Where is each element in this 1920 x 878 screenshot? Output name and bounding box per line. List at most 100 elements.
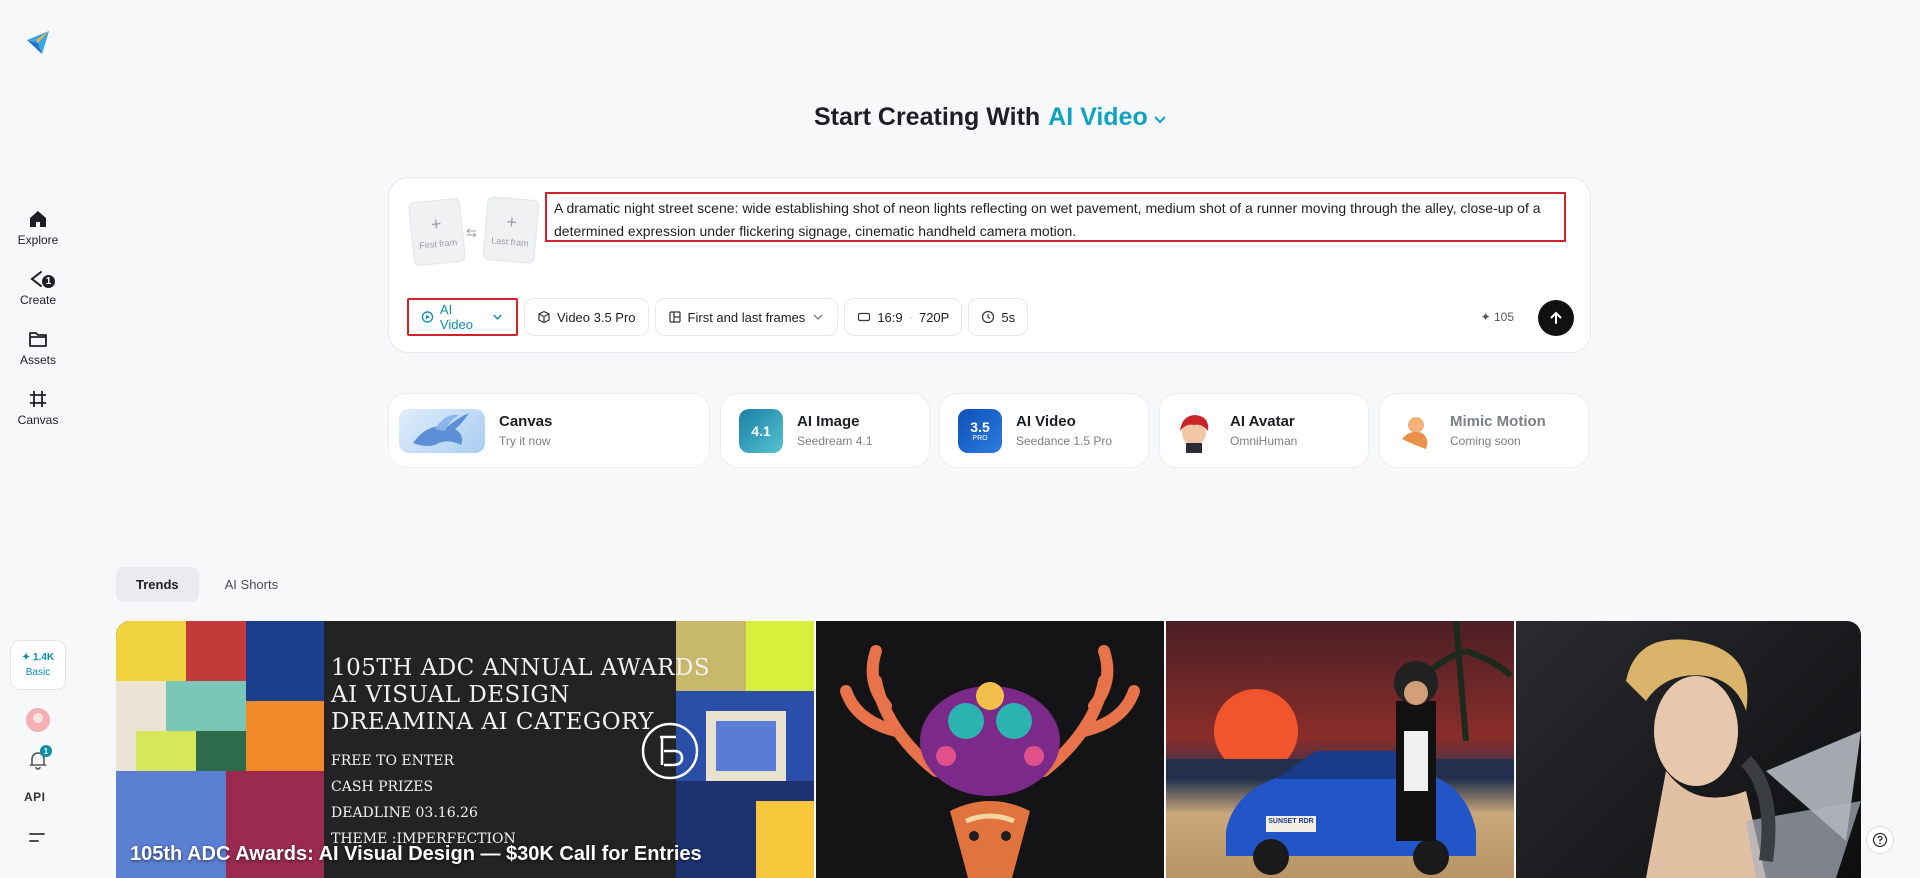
- featured-caption: 105th ADC Awards: AI Visual Design — $30…: [130, 843, 702, 865]
- create-badge: 1: [41, 274, 56, 289]
- card-subtitle: Seedream 4.1: [797, 434, 873, 448]
- home-icon: [30, 211, 46, 227]
- clock-icon: [982, 310, 995, 324]
- generate-button[interactable]: [1538, 300, 1574, 336]
- cube-icon: [538, 310, 550, 324]
- poster-detail: CASH PRIZES: [331, 779, 434, 795]
- feed-tabs: Trends AI Shorts: [116, 567, 298, 602]
- card-subtitle: Seedance 1.5 Pro: [1016, 434, 1113, 448]
- sidebar-item-create[interactable]: 1 Create: [8, 268, 68, 320]
- mimic-motion-thumbnail: [1392, 408, 1436, 453]
- help-button[interactable]: [1866, 826, 1894, 854]
- menu-icon[interactable]: [28, 831, 46, 845]
- poster-detail: DEADLINE 03.16.26: [331, 805, 478, 821]
- thumb-tag: PRO: [972, 435, 988, 442]
- avatar[interactable]: [26, 708, 50, 732]
- sidebar-item-explore[interactable]: Explore: [8, 208, 68, 260]
- tab-ai-shorts[interactable]: AI Shorts: [205, 567, 298, 602]
- chevron-down-icon[interactable]: [1152, 112, 1168, 128]
- dancer-icon: [1402, 416, 1428, 449]
- gallery-tile-featured[interactable]: 105TH ADC ANNUAL AWARDS AI VISUAL DESIGN…: [116, 621, 814, 878]
- card-ai-video[interactable]: 3.5 PRO AI Video Seedance 1.5 Pro: [939, 393, 1149, 468]
- adc-logo-icon: [641, 722, 699, 780]
- model-select[interactable]: Video 3.5 Pro: [524, 298, 649, 336]
- last-frame-label: Last fram: [490, 235, 530, 249]
- gallery-tile-portrait[interactable]: [1516, 621, 1861, 878]
- prompt-panel: + First fram ⇆ + Last fram A dramatic ni…: [388, 177, 1591, 353]
- card-ai-image[interactable]: 4.1 AI Image Seedream 4.1: [720, 393, 930, 468]
- card-ai-avatar[interactable]: AI Avatar OmniHuman: [1159, 393, 1369, 468]
- tab-trends[interactable]: Trends: [116, 567, 199, 602]
- card-mimic-motion[interactable]: Mimic Motion Coming soon: [1379, 393, 1589, 468]
- prompt-input[interactable]: A dramatic night street scene: wide esta…: [545, 192, 1566, 242]
- sidebar-item-label: Canvas: [17, 413, 59, 427]
- credits-card[interactable]: ✦ 1.4K Basic: [10, 640, 66, 690]
- question-icon: [1872, 832, 1888, 848]
- prompt-toolbar: AI Video Video 3.5 Pro First and last fr…: [407, 298, 1029, 336]
- aspect-ratio-icon: [858, 312, 871, 322]
- card-title: AI Video: [1016, 413, 1076, 430]
- title-prefix: Start Creating With: [814, 103, 1041, 131]
- card-subtitle: Coming soon: [1450, 434, 1521, 448]
- canvas-icon: [30, 391, 46, 407]
- resolution-select[interactable]: 16:9 · 720P: [844, 298, 963, 336]
- sidebar-item-label: Create: [19, 293, 57, 307]
- credits-value: ✦ 1.4K: [21, 652, 55, 663]
- folder-icon: [29, 332, 47, 347]
- notification-badge: 1: [40, 745, 52, 757]
- sidebar-item-label: Assets: [19, 353, 56, 367]
- portrait-artwork: [1626, 639, 1861, 878]
- poster-line: AI VISUAL DESIGN: [331, 682, 570, 708]
- sidebar-item-canvas[interactable]: Canvas: [8, 388, 68, 440]
- gallery-tile-car[interactable]: SUNSET RDR: [1166, 621, 1514, 878]
- arrow-up-icon: [1550, 311, 1562, 324]
- plus-icon: +: [429, 213, 443, 235]
- sidebar-item-assets[interactable]: Assets: [8, 328, 68, 380]
- card-title: Mimic Motion: [1450, 413, 1546, 430]
- card-title: AI Avatar: [1230, 413, 1295, 430]
- seedream-thumbnail: 4.1: [739, 408, 783, 453]
- trends-gallery: 105TH ADC ANNUAL AWARDS AI VISUAL DESIGN…: [116, 621, 1861, 878]
- swap-icon[interactable]: ⇆: [466, 225, 480, 240]
- model-label: Video 3.5 Pro: [557, 309, 636, 325]
- last-frame-upload[interactable]: + Last fram: [482, 195, 540, 265]
- notifications-button[interactable]: 1: [26, 745, 52, 772]
- thumb-version: 4.1: [751, 422, 771, 439]
- first-frame-upload[interactable]: + First fram: [407, 197, 467, 267]
- deer-artwork: [840, 645, 1140, 878]
- ratio-label: 16:9: [877, 309, 903, 325]
- frames-select[interactable]: First and last frames: [654, 298, 839, 336]
- canvas-thumbnail: [399, 408, 485, 453]
- resolution-label: 720P: [918, 309, 950, 325]
- card-subtitle: Try it now: [499, 434, 551, 448]
- frames-label: First and last frames: [687, 309, 806, 325]
- sidebar-item-label: Explore: [17, 233, 59, 247]
- api-link[interactable]: API: [24, 790, 46, 804]
- gallery-tile-deer[interactable]: [816, 621, 1164, 878]
- mode-select[interactable]: AI Video: [407, 298, 518, 336]
- avatar-thumbnail: [1172, 408, 1216, 453]
- seedance-thumbnail: 3.5 PRO: [958, 408, 1002, 453]
- card-subtitle: OmniHuman: [1230, 434, 1298, 448]
- page-title: Start Creating With AI Video: [814, 103, 1168, 132]
- first-frame-label: First fram: [418, 236, 458, 251]
- sidebar: Explore 1 Create Assets Canvas ✦ 1.4K Ba…: [0, 0, 76, 878]
- ai-video-icon: [421, 311, 434, 323]
- avatar-character-icon: [1180, 414, 1209, 453]
- card-title: AI Image: [797, 413, 860, 430]
- mode-switcher[interactable]: AI Video: [1048, 103, 1148, 132]
- credits-amount: 1.4K: [33, 652, 55, 663]
- thumb-version: 3.5: [970, 419, 990, 435]
- dreamina-logo[interactable]: [24, 28, 52, 56]
- duration-label: 5s: [1001, 309, 1016, 325]
- pegasus-icon: [413, 412, 469, 446]
- generation-cost: ✦ 105: [1480, 310, 1514, 324]
- card-canvas[interactable]: Canvas Try it now: [388, 393, 710, 468]
- cost-value: 105: [1493, 310, 1514, 324]
- mode-label: AI Video: [439, 302, 473, 332]
- chevron-down-icon: [493, 314, 502, 320]
- plan-label: Basic: [25, 667, 51, 678]
- duration-select[interactable]: 5s: [968, 298, 1029, 336]
- frames-icon: [668, 311, 681, 323]
- license-plate: SUNSET RDR: [1268, 818, 1314, 825]
